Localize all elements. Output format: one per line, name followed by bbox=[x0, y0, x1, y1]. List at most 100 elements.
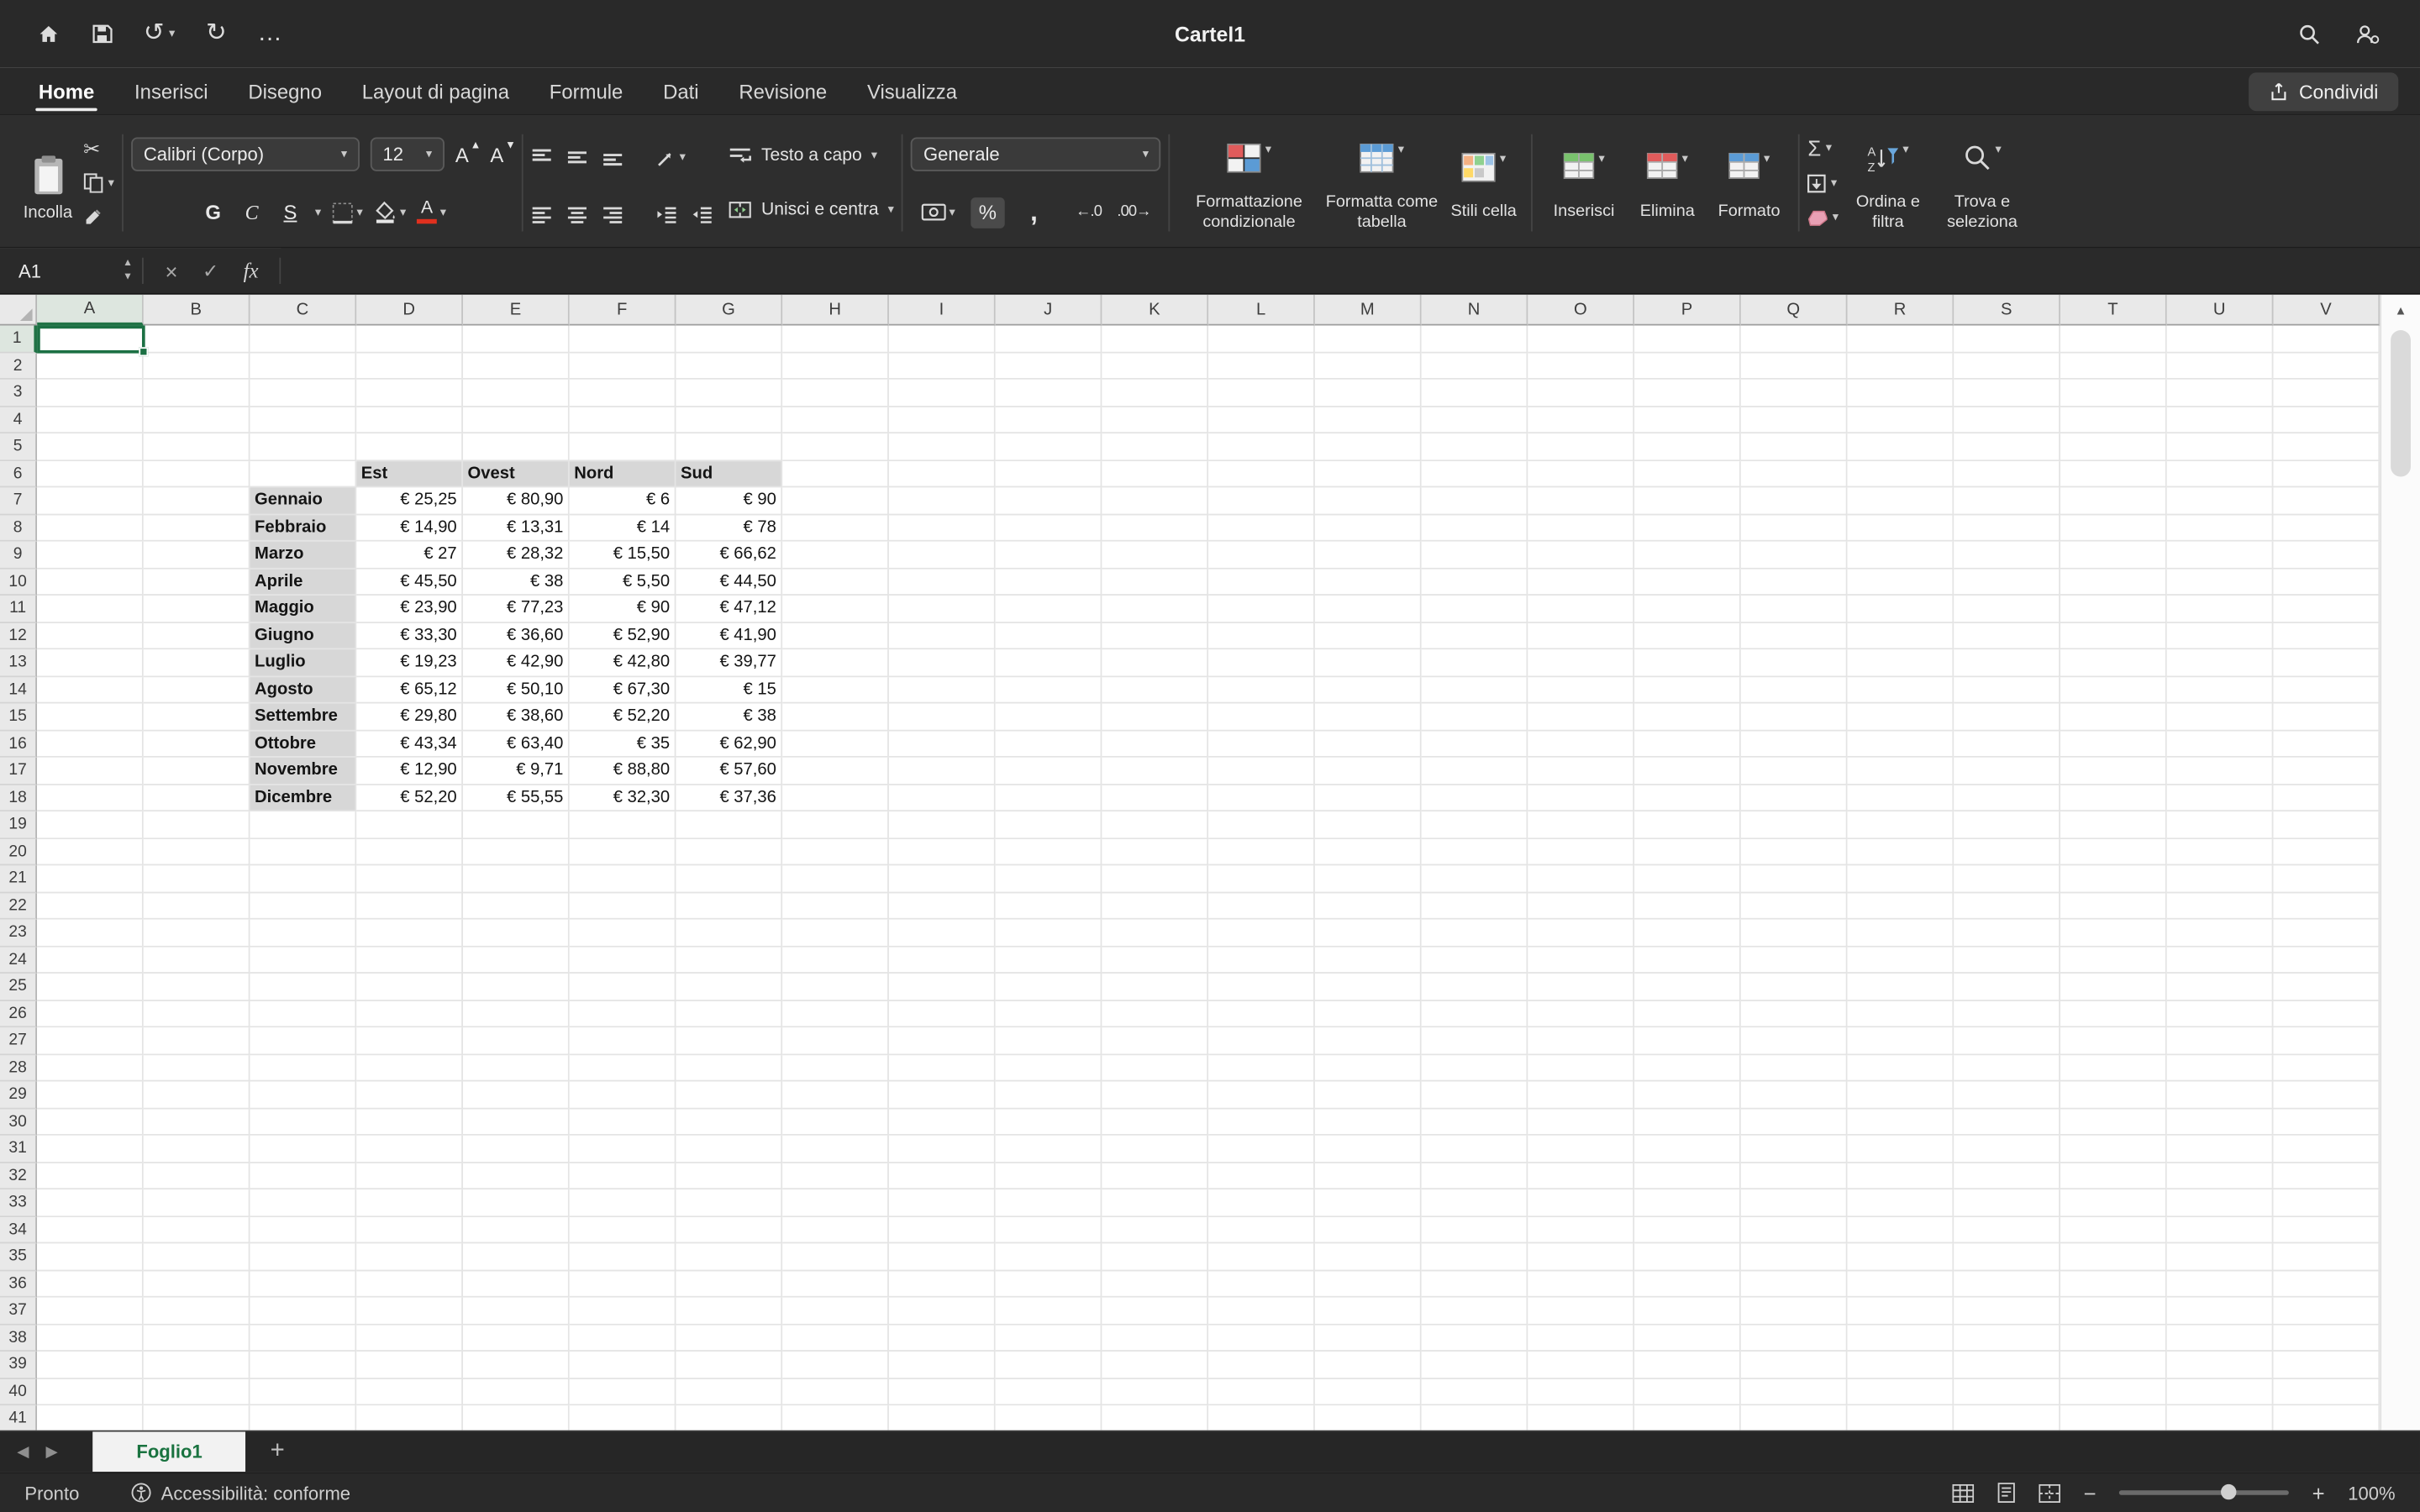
cell-K34[interactable] bbox=[1102, 1216, 1208, 1243]
cell-T2[interactable] bbox=[2060, 353, 2167, 380]
cell-H10[interactable] bbox=[782, 569, 889, 596]
cell-Q27[interactable] bbox=[1741, 1027, 1848, 1054]
cell-B20[interactable] bbox=[144, 838, 250, 865]
cell-U8[interactable] bbox=[2167, 515, 2274, 542]
cell-V28[interactable] bbox=[2274, 1054, 2381, 1081]
cell-N23[interactable] bbox=[1422, 920, 1528, 947]
row-header-35[interactable]: 35 bbox=[0, 1243, 37, 1270]
column-header-E[interactable]: E bbox=[463, 295, 570, 326]
column-header-D[interactable]: D bbox=[356, 295, 463, 326]
cell-A3[interactable] bbox=[37, 380, 144, 407]
cell-F33[interactable] bbox=[570, 1189, 676, 1216]
cell-N26[interactable] bbox=[1422, 1000, 1528, 1027]
cell-T14[interactable] bbox=[2060, 676, 2167, 703]
cell-Q10[interactable] bbox=[1741, 569, 1848, 596]
cell-E36[interactable] bbox=[463, 1271, 570, 1298]
cell-A32[interactable] bbox=[37, 1163, 144, 1189]
row-header-7[interactable]: 7 bbox=[0, 487, 37, 514]
cell-Q19[interactable] bbox=[1741, 811, 1848, 838]
align-top-button[interactable] bbox=[531, 148, 553, 166]
cell-M31[interactable] bbox=[1315, 1136, 1422, 1163]
row-header-29[interactable]: 29 bbox=[0, 1082, 37, 1109]
cell-C29[interactable] bbox=[250, 1082, 357, 1109]
cell-T18[interactable] bbox=[2060, 785, 2167, 811]
cell-P3[interactable] bbox=[1634, 380, 1741, 407]
cell-A33[interactable] bbox=[37, 1189, 144, 1216]
fill-button[interactable]: ▾ bbox=[1807, 171, 1839, 195]
cell-U17[interactable] bbox=[2167, 758, 2274, 785]
cell-B23[interactable] bbox=[144, 920, 250, 947]
cell-E7[interactable]: € 80,90 bbox=[463, 487, 570, 514]
cell-E17[interactable]: € 9,71 bbox=[463, 758, 570, 785]
cell-J14[interactable] bbox=[996, 676, 1102, 703]
cell-N20[interactable] bbox=[1422, 838, 1528, 865]
cell-R29[interactable] bbox=[1848, 1082, 1954, 1109]
cell-S41[interactable] bbox=[1954, 1405, 2060, 1430]
cell-G27[interactable] bbox=[676, 1027, 782, 1054]
cell-S27[interactable] bbox=[1954, 1027, 2060, 1054]
cell-E6[interactable]: Ovest bbox=[463, 460, 570, 487]
row-header-41[interactable]: 41 bbox=[0, 1405, 37, 1430]
cell-N6[interactable] bbox=[1422, 460, 1528, 487]
cell-S11[interactable] bbox=[1954, 596, 2060, 622]
cell-G31[interactable] bbox=[676, 1136, 782, 1163]
cell-U37[interactable] bbox=[2167, 1298, 2274, 1325]
zoom-in-button[interactable]: + bbox=[2312, 1480, 2325, 1504]
cell-M35[interactable] bbox=[1315, 1243, 1422, 1270]
cell-F6[interactable]: Nord bbox=[570, 460, 676, 487]
cell-P32[interactable] bbox=[1634, 1163, 1741, 1189]
cell-K28[interactable] bbox=[1102, 1054, 1208, 1081]
row-header-17[interactable]: 17 bbox=[0, 758, 37, 785]
row-header-4[interactable]: 4 bbox=[0, 407, 37, 433]
cell-A28[interactable] bbox=[37, 1054, 144, 1081]
cell-D34[interactable] bbox=[356, 1216, 463, 1243]
cell-R21[interactable] bbox=[1848, 865, 1954, 892]
cell-T24[interactable] bbox=[2060, 947, 2167, 974]
cell-N39[interactable] bbox=[1422, 1352, 1528, 1378]
cell-V32[interactable] bbox=[2274, 1163, 2381, 1189]
cell-T26[interactable] bbox=[2060, 1000, 2167, 1027]
cell-T29[interactable] bbox=[2060, 1082, 2167, 1109]
cell-O25[interactable] bbox=[1528, 974, 1634, 1000]
row-header-30[interactable]: 30 bbox=[0, 1109, 37, 1136]
cell-J2[interactable] bbox=[996, 353, 1102, 380]
cell-R17[interactable] bbox=[1848, 758, 1954, 785]
cell-L34[interactable] bbox=[1208, 1216, 1315, 1243]
cell-M11[interactable] bbox=[1315, 596, 1422, 622]
cell-R40[interactable] bbox=[1848, 1378, 1954, 1405]
cell-R20[interactable] bbox=[1848, 838, 1954, 865]
align-middle-button[interactable] bbox=[567, 148, 589, 166]
cell-N14[interactable] bbox=[1422, 676, 1528, 703]
cell-A8[interactable] bbox=[37, 515, 144, 542]
cell-N9[interactable] bbox=[1422, 542, 1528, 569]
cell-G34[interactable] bbox=[676, 1216, 782, 1243]
page-layout-view-button[interactable] bbox=[1997, 1483, 2016, 1503]
cell-N25[interactable] bbox=[1422, 974, 1528, 1000]
cell-F14[interactable]: € 67,30 bbox=[570, 676, 676, 703]
cell-H35[interactable] bbox=[782, 1243, 889, 1270]
cell-B11[interactable] bbox=[144, 596, 250, 622]
cell-K37[interactable] bbox=[1102, 1298, 1208, 1325]
cell-E35[interactable] bbox=[463, 1243, 570, 1270]
cell-R41[interactable] bbox=[1848, 1405, 1954, 1430]
row-header-10[interactable]: 10 bbox=[0, 569, 37, 596]
cell-V17[interactable] bbox=[2274, 758, 2381, 785]
cell-P14[interactable] bbox=[1634, 676, 1741, 703]
cell-N35[interactable] bbox=[1422, 1243, 1528, 1270]
cell-J29[interactable] bbox=[996, 1082, 1102, 1109]
cell-C16[interactable]: Ottobre bbox=[250, 731, 357, 758]
cell-Q30[interactable] bbox=[1741, 1109, 1848, 1136]
cell-D3[interactable] bbox=[356, 380, 463, 407]
cell-B18[interactable] bbox=[144, 785, 250, 811]
cell-H20[interactable] bbox=[782, 838, 889, 865]
cell-K11[interactable] bbox=[1102, 596, 1208, 622]
cell-V27[interactable] bbox=[2274, 1027, 2381, 1054]
cell-U16[interactable] bbox=[2167, 731, 2274, 758]
row-header-2[interactable]: 2 bbox=[0, 353, 37, 380]
cell-I12[interactable] bbox=[889, 622, 996, 649]
format-painter-button[interactable] bbox=[83, 204, 114, 228]
cell-G14[interactable]: € 15 bbox=[676, 676, 782, 703]
cell-P19[interactable] bbox=[1634, 811, 1741, 838]
cell-M28[interactable] bbox=[1315, 1054, 1422, 1081]
cell-M13[interactable] bbox=[1315, 649, 1422, 676]
